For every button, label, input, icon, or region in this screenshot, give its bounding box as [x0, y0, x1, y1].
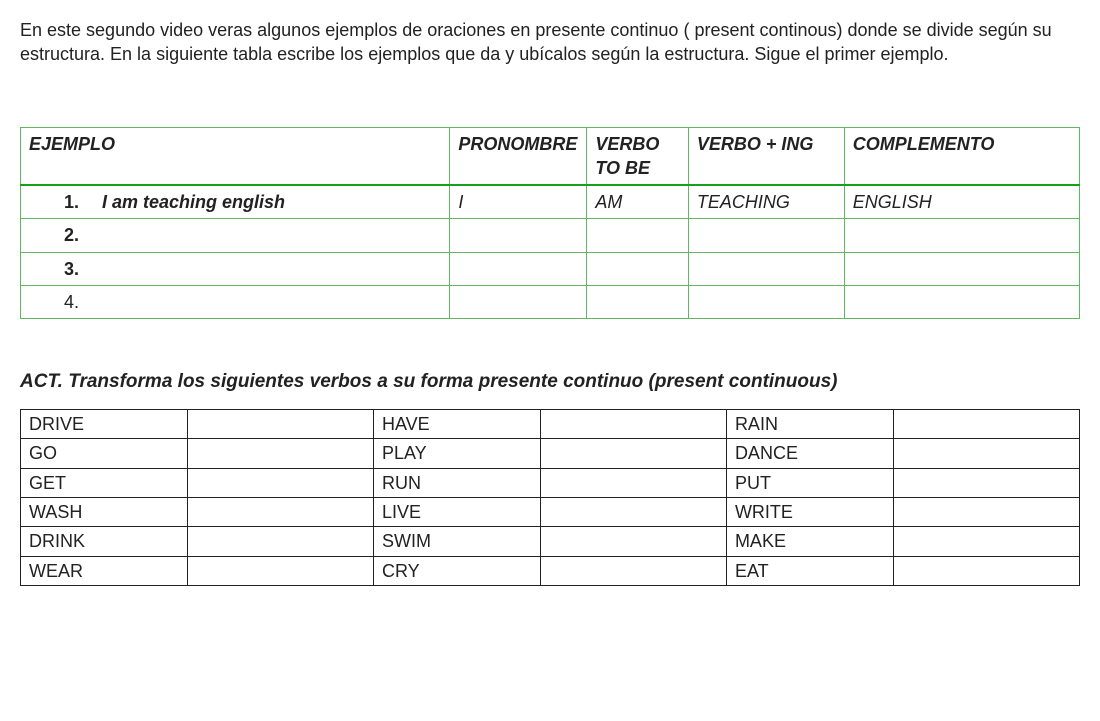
verb-cell: PLAY: [373, 439, 540, 468]
verb-cell: CRY: [373, 556, 540, 585]
cell-tobe: AM: [587, 185, 689, 219]
table-row: GET RUN PUT: [21, 468, 1080, 497]
cell-tobe[interactable]: [587, 252, 689, 285]
verb-answer-cell[interactable]: [187, 556, 373, 585]
cell-complemento: ENGLISH: [844, 185, 1079, 219]
table-row: 2.: [21, 219, 1080, 252]
row-number: 2.: [29, 223, 79, 247]
verb-cell: DRINK: [21, 527, 188, 556]
verb-answer-cell[interactable]: [540, 468, 726, 497]
cell-complemento[interactable]: [844, 286, 1079, 319]
verb-cell: WASH: [21, 497, 188, 526]
verb-cell: PUT: [726, 468, 893, 497]
cell-complemento[interactable]: [844, 219, 1079, 252]
table-row: DRIVE HAVE RAIN: [21, 410, 1080, 439]
header-ing: VERBO + ING: [688, 127, 844, 185]
header-complemento: COMPLEMENTO: [844, 127, 1079, 185]
cell-tobe[interactable]: [587, 219, 689, 252]
verb-cell: RAIN: [726, 410, 893, 439]
verb-cell: SWIM: [373, 527, 540, 556]
table-row: GO PLAY DANCE: [21, 439, 1080, 468]
cell-pronombre[interactable]: [450, 252, 587, 285]
verb-cell: EAT: [726, 556, 893, 585]
table-row: WEAR CRY EAT: [21, 556, 1080, 585]
verbs-table: DRIVE HAVE RAIN GO PLAY DANCE GET RUN PU…: [20, 409, 1080, 586]
header-pronombre: PRONOMBRE: [450, 127, 587, 185]
verb-answer-cell[interactable]: [893, 468, 1079, 497]
header-tobe: VERBO TO BE: [587, 127, 689, 185]
verb-answer-cell[interactable]: [187, 410, 373, 439]
table-row: 4.: [21, 286, 1080, 319]
cell-pronombre[interactable]: [450, 219, 587, 252]
cell-tobe[interactable]: [587, 286, 689, 319]
row-number: 4.: [29, 290, 79, 314]
cell-ing[interactable]: [688, 252, 844, 285]
verb-answer-cell[interactable]: [540, 497, 726, 526]
verb-cell: DANCE: [726, 439, 893, 468]
examples-table: EJEMPLO PRONOMBRE VERBO TO BE VERBO + IN…: [20, 127, 1080, 320]
verb-answer-cell[interactable]: [187, 497, 373, 526]
cell-ing: TEACHING: [688, 185, 844, 219]
row-number: 3.: [29, 257, 79, 281]
verb-cell: WEAR: [21, 556, 188, 585]
verb-answer-cell[interactable]: [893, 556, 1079, 585]
cell-pronombre[interactable]: [450, 286, 587, 319]
example-text: I am teaching english: [102, 192, 285, 212]
verb-answer-cell[interactable]: [893, 497, 1079, 526]
activity-heading: ACT. Transforma los siguientes verbos a …: [20, 369, 1080, 395]
verb-answer-cell[interactable]: [540, 556, 726, 585]
verb-answer-cell[interactable]: [187, 468, 373, 497]
verb-answer-cell[interactable]: [187, 439, 373, 468]
cell-pronombre: I: [450, 185, 587, 219]
cell-ing[interactable]: [688, 219, 844, 252]
verb-answer-cell[interactable]: [540, 439, 726, 468]
table-row: WASH LIVE WRITE: [21, 497, 1080, 526]
table-row: 1. I am teaching english I AM TEACHING E…: [21, 185, 1080, 219]
verb-cell: RUN: [373, 468, 540, 497]
table-row: DRINK SWIM MAKE: [21, 527, 1080, 556]
verb-answer-cell[interactable]: [540, 410, 726, 439]
verb-cell: HAVE: [373, 410, 540, 439]
verb-answer-cell[interactable]: [893, 527, 1079, 556]
verb-cell: GO: [21, 439, 188, 468]
verb-answer-cell[interactable]: [540, 527, 726, 556]
table-row: 3.: [21, 252, 1080, 285]
verb-answer-cell[interactable]: [893, 439, 1079, 468]
cell-complemento[interactable]: [844, 252, 1079, 285]
verb-cell: WRITE: [726, 497, 893, 526]
verb-cell: LIVE: [373, 497, 540, 526]
table-header-row: EJEMPLO PRONOMBRE VERBO TO BE VERBO + IN…: [21, 127, 1080, 185]
row-number: 1.: [29, 190, 79, 214]
verb-answer-cell[interactable]: [187, 527, 373, 556]
verb-cell: MAKE: [726, 527, 893, 556]
header-ejemplo: EJEMPLO: [21, 127, 450, 185]
verb-cell: DRIVE: [21, 410, 188, 439]
cell-ing[interactable]: [688, 286, 844, 319]
intro-paragraph: En este segundo video veras algunos ejem…: [20, 18, 1080, 67]
verb-cell: GET: [21, 468, 188, 497]
verb-answer-cell[interactable]: [893, 410, 1079, 439]
